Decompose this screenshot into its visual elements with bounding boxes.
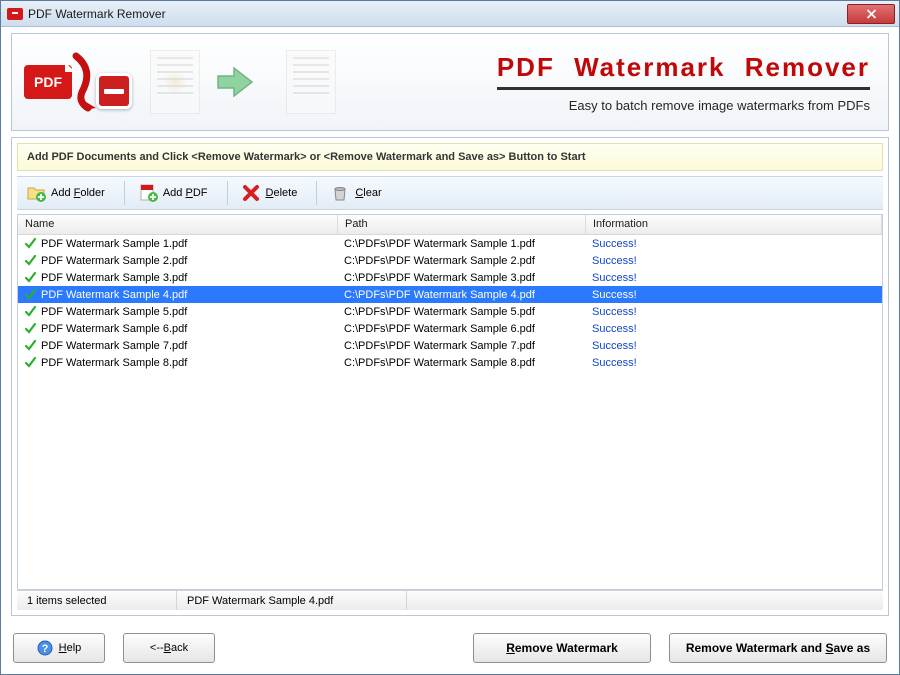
delete-button[interactable]: Delete — [236, 180, 309, 206]
banner-title: PDF Watermark Remover — [497, 52, 870, 83]
table-row[interactable]: PDF Watermark Sample 1.pdfC:\PDFs\PDF Wa… — [18, 235, 882, 252]
check-icon — [24, 305, 37, 318]
arrow-right-icon — [212, 60, 256, 104]
cell-info: Success! — [586, 238, 882, 250]
table-row[interactable]: PDF Watermark Sample 2.pdfC:\PDFs\PDF Wa… — [18, 252, 882, 269]
add-pdf-label: Add PDF — [163, 187, 208, 199]
cell-name: PDF Watermark Sample 5.pdf — [18, 305, 338, 318]
app-icon — [7, 6, 23, 22]
cell-path: C:\PDFs\PDF Watermark Sample 8.pdf — [338, 357, 586, 369]
delete-icon — [241, 183, 261, 203]
status-selection: 1 items selected — [17, 591, 177, 610]
clear-label: Clear — [355, 187, 381, 199]
check-icon — [24, 254, 37, 267]
remove-watermark-save-as-label: Remove Watermark and Save as — [686, 641, 870, 655]
add-folder-label: Add Folder — [51, 187, 105, 199]
cell-name: PDF Watermark Sample 3.pdf — [18, 271, 338, 284]
close-button[interactable] — [847, 4, 895, 24]
banner: PDF PDF Watermark Remover Easy to batch … — [11, 33, 889, 131]
check-icon — [24, 271, 37, 284]
cell-name: PDF Watermark Sample 8.pdf — [18, 356, 338, 369]
delete-label: Delete — [266, 187, 298, 199]
table-row[interactable]: PDF Watermark Sample 3.pdfC:\PDFs\PDF Wa… — [18, 269, 882, 286]
instruction-bar: Add PDF Documents and Click <Remove Wate… — [17, 143, 883, 171]
toolbar-separator — [124, 181, 125, 205]
column-info[interactable]: Information — [586, 215, 882, 234]
table-row[interactable]: PDF Watermark Sample 7.pdfC:\PDFs\PDF Wa… — [18, 337, 882, 354]
titlebar[interactable]: PDF Watermark Remover — [1, 1, 899, 27]
list-body[interactable]: PDF Watermark Sample 1.pdfC:\PDFs\PDF Wa… — [18, 235, 882, 589]
trash-icon — [330, 183, 350, 203]
clear-button[interactable]: Clear — [325, 180, 392, 206]
cell-name: PDF Watermark Sample 2.pdf — [18, 254, 338, 267]
back-button[interactable]: <--Back — [123, 633, 215, 663]
status-bar: 1 items selected PDF Watermark Sample 4.… — [17, 590, 883, 610]
cell-path: C:\PDFs\PDF Watermark Sample 2.pdf — [338, 255, 586, 267]
cell-name: PDF Watermark Sample 4.pdf — [18, 288, 338, 301]
check-icon — [24, 322, 37, 335]
window-title: PDF Watermark Remover — [28, 7, 847, 21]
column-name[interactable]: Name — [18, 215, 338, 234]
remove-badge-icon — [96, 73, 132, 109]
remove-watermark-button[interactable]: Remove Watermark — [473, 633, 651, 663]
add-folder-button[interactable]: Add Folder — [21, 180, 116, 206]
check-icon — [24, 339, 37, 352]
watermarked-doc-icon — [150, 50, 200, 114]
check-icon — [24, 356, 37, 369]
cell-info: Success! — [586, 272, 882, 284]
svg-text:?: ? — [41, 643, 48, 655]
close-icon — [866, 9, 877, 19]
cell-path: C:\PDFs\PDF Watermark Sample 4.pdf — [338, 289, 586, 301]
column-path[interactable]: Path — [338, 215, 586, 234]
app-window: PDF Watermark Remover PDF PDF Watermark … — [0, 0, 900, 675]
add-pdf-button[interactable]: Add PDF — [133, 180, 219, 206]
cell-name: PDF Watermark Sample 6.pdf — [18, 322, 338, 335]
pdf-logo-icon: PDF — [24, 65, 72, 99]
banner-subtitle: Easy to batch remove image watermarks fr… — [497, 98, 870, 113]
table-row[interactable]: PDF Watermark Sample 4.pdfC:\PDFs\PDF Wa… — [18, 286, 882, 303]
check-icon — [24, 237, 37, 250]
cell-name: PDF Watermark Sample 1.pdf — [18, 237, 338, 250]
toolbar-separator — [227, 181, 228, 205]
table-row[interactable]: PDF Watermark Sample 8.pdfC:\PDFs\PDF Wa… — [18, 354, 882, 371]
cell-name: PDF Watermark Sample 7.pdf — [18, 339, 338, 352]
footer: ? Help <--Back Remove Watermark Remove W… — [1, 622, 899, 674]
banner-divider — [497, 87, 870, 90]
file-list: Name Path Information PDF Watermark Samp… — [17, 214, 883, 590]
cell-info: Success! — [586, 306, 882, 318]
cell-path: C:\PDFs\PDF Watermark Sample 7.pdf — [338, 340, 586, 352]
cell-info: Success! — [586, 255, 882, 267]
cell-info: Success! — [586, 340, 882, 352]
table-row[interactable]: PDF Watermark Sample 6.pdfC:\PDFs\PDF Wa… — [18, 320, 882, 337]
content-panel: Add PDF Documents and Click <Remove Wate… — [11, 137, 889, 616]
help-icon: ? — [37, 640, 53, 656]
cell-info: Success! — [586, 289, 882, 301]
table-row[interactable]: PDF Watermark Sample 5.pdfC:\PDFs\PDF Wa… — [18, 303, 882, 320]
help-label: Help — [59, 642, 82, 654]
cell-path: C:\PDFs\PDF Watermark Sample 1.pdf — [338, 238, 586, 250]
toolbar: Add Folder Add PDF Delete — [17, 176, 883, 210]
remove-watermark-label: Remove Watermark — [506, 641, 618, 655]
status-file: PDF Watermark Sample 4.pdf — [177, 591, 407, 610]
cell-info: Success! — [586, 323, 882, 335]
clean-doc-icon — [286, 50, 336, 114]
cell-info: Success! — [586, 357, 882, 369]
back-label: <--Back — [150, 642, 188, 654]
cell-path: C:\PDFs\PDF Watermark Sample 3.pdf — [338, 272, 586, 284]
remove-watermark-save-as-button[interactable]: Remove Watermark and Save as — [669, 633, 887, 663]
help-button[interactable]: ? Help — [13, 633, 105, 663]
list-header: Name Path Information — [18, 215, 882, 235]
cell-path: C:\PDFs\PDF Watermark Sample 6.pdf — [338, 323, 586, 335]
toolbar-separator — [316, 181, 317, 205]
folder-add-icon — [26, 183, 46, 203]
check-icon — [24, 288, 37, 301]
cell-path: C:\PDFs\PDF Watermark Sample 5.pdf — [338, 306, 586, 318]
pdf-add-icon — [138, 183, 158, 203]
